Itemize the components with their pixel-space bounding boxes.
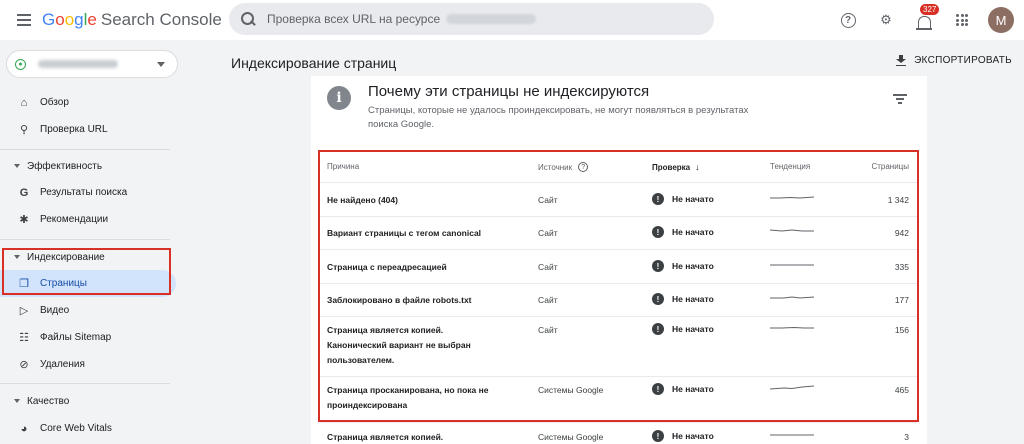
- menu-icon[interactable]: [12, 8, 36, 32]
- sidebar-item-video[interactable]: ▷ Видео: [0, 297, 176, 324]
- removals-icon: ⊘: [19, 359, 29, 371]
- sidebar-item-overview[interactable]: ⌂ Обзор: [0, 89, 176, 116]
- sidebar-item-search-results[interactable]: G Результаты поиска: [0, 179, 176, 206]
- divider: [0, 383, 170, 384]
- collapse-icon: [14, 164, 20, 168]
- logo-letter: o: [55, 10, 65, 29]
- export-label: ЭКСПОРТИРОВАТЬ: [914, 55, 1012, 66]
- sidebar-item-url-inspection[interactable]: ⚲ Проверка URL: [0, 116, 176, 143]
- exclamation-icon: !: [652, 430, 664, 442]
- source-cell: Системы Google: [538, 432, 604, 442]
- gauge-icon: ◕: [20, 422, 28, 435]
- divider: [0, 239, 170, 240]
- logo-letter: G: [42, 10, 56, 29]
- status-cell: ! Не начато: [652, 430, 714, 442]
- help-icon: ?: [840, 12, 856, 28]
- section-quality[interactable]: Качество: [0, 391, 176, 411]
- sidebar-item-core-web-vitals[interactable]: ◕ Core Web Vitals: [0, 415, 176, 442]
- logo-letter: e: [87, 10, 97, 29]
- sidebar-item-label: Рекомендации: [40, 214, 109, 225]
- sidebar-item-label: Обзор: [40, 97, 69, 108]
- notifications-badge: 327: [920, 4, 940, 15]
- property-icon: ●: [15, 58, 26, 70]
- section-performance[interactable]: Эффективность: [0, 156, 176, 176]
- asterisk-icon: ✱: [19, 214, 29, 226]
- section-label: Качество: [27, 395, 70, 407]
- filter-icon[interactable]: [893, 94, 907, 104]
- sidebar: ● ⌂ Обзор ⚲ Проверка URL Эффективность G…: [0, 40, 180, 444]
- sidebar-item-label: Core Web Vitals: [40, 423, 112, 434]
- search-icon: ⚲: [19, 124, 29, 136]
- logo-letter: g: [74, 10, 84, 29]
- sidebar-item-sitemaps[interactable]: ☷ Файлы Sitemap: [0, 324, 176, 351]
- help-button[interactable]: ?: [834, 6, 862, 34]
- page-title: Индексирование страниц: [231, 55, 397, 71]
- highlight-box: [2, 248, 171, 295]
- settings-button[interactable]: ⚙: [872, 6, 900, 34]
- user-settings-icon: ⚙: [880, 12, 892, 27]
- top-bar: Google Search Console Проверка всех URL н…: [0, 0, 1024, 40]
- card-subtitle: Страницы, которые не удалось проиндексир…: [368, 105, 749, 130]
- status-label: Не начато: [672, 431, 714, 441]
- sidebar-item-label: Видео: [40, 305, 70, 316]
- search-input[interactable]: Проверка всех URL на ресурсе: [229, 3, 714, 35]
- sidebar-item-label: Удаления: [40, 359, 85, 370]
- search-icon: [241, 12, 255, 26]
- export-button[interactable]: ЭКСПОРТИРОВАТЬ: [896, 55, 1012, 66]
- card-title: Почему эти страницы не индексируются: [368, 83, 650, 100]
- sidebar-item-label: Проверка URL: [40, 124, 108, 135]
- apps-grid-icon: [956, 14, 968, 26]
- table-row[interactable]: Страница является копией. Системы Google!…: [320, 422, 917, 444]
- google-g-icon: G: [19, 186, 29, 199]
- apps-button[interactable]: [948, 6, 976, 34]
- reason-cell: Страница является копией.: [327, 432, 444, 442]
- chevron-down-icon: [157, 62, 165, 67]
- home-icon: ⌂: [20, 96, 28, 109]
- sidebar-item-label: Результаты поиска: [40, 187, 128, 198]
- trend-sparkline: [770, 434, 814, 436]
- product-name: Search Console: [100, 10, 222, 29]
- sitemap-icon: ☷: [19, 332, 29, 344]
- divider: [0, 149, 170, 150]
- sidebar-item-removals[interactable]: ⊘ Удаления: [0, 351, 176, 378]
- pages-cell: 3: [904, 432, 909, 442]
- logo[interactable]: Google Search Console: [42, 10, 222, 30]
- sidebar-item-label: Файлы Sitemap: [40, 332, 112, 343]
- logo-letter: o: [64, 10, 75, 29]
- avatar[interactable]: M: [988, 7, 1014, 33]
- highlight-box: [318, 150, 919, 422]
- redacted-url: [446, 14, 537, 24]
- sidebar-item-recommendations[interactable]: ✱ Рекомендации: [0, 206, 176, 233]
- download-icon: [896, 55, 907, 66]
- collapse-icon: [14, 399, 20, 403]
- property-selector[interactable]: ●: [6, 50, 178, 78]
- video-icon: ▷: [19, 305, 29, 317]
- redacted-property: [38, 60, 118, 68]
- info-icon: i: [327, 86, 351, 110]
- section-label: Эффективность: [27, 160, 103, 172]
- notifications-button[interactable]: 327: [910, 4, 940, 34]
- bell-icon: [915, 16, 932, 30]
- search-placeholder: Проверка всех URL на ресурсе: [267, 12, 441, 26]
